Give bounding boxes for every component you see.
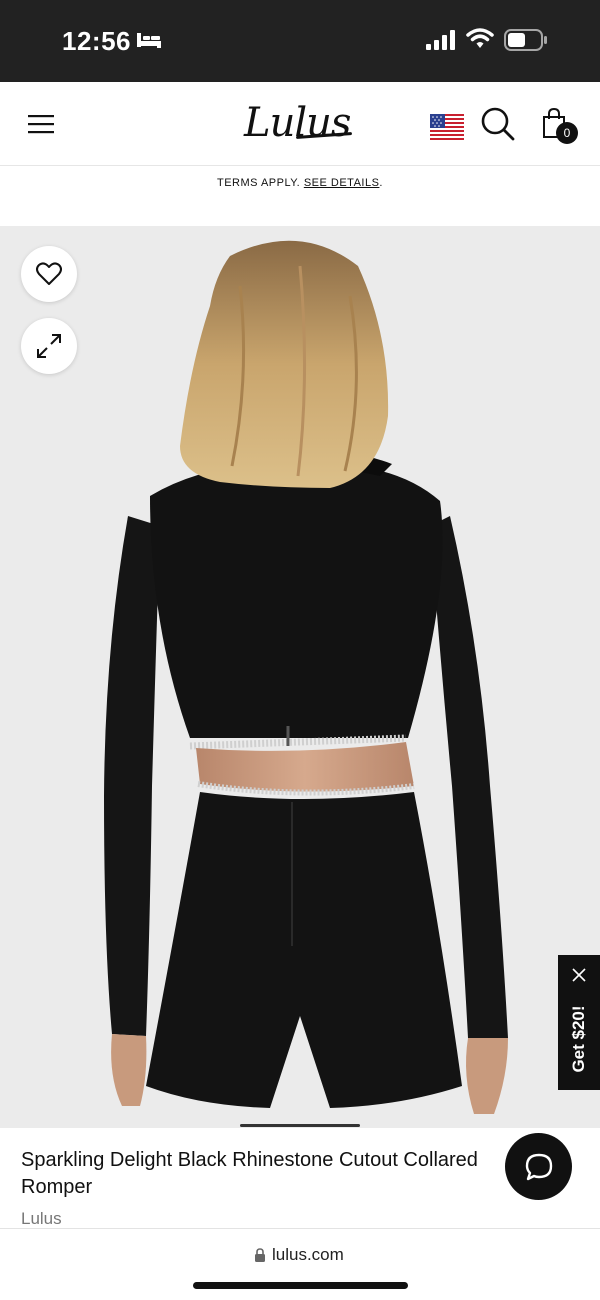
- expand-image-button[interactable]: [21, 318, 77, 374]
- chat-button[interactable]: [505, 1133, 572, 1200]
- promo-banner: TERMS APPLY. SEE DETAILS.: [0, 166, 600, 226]
- status-time: 12:56: [62, 26, 131, 56]
- model-illustration: [0, 226, 600, 1128]
- image-carousel-indicator: [240, 1124, 360, 1127]
- promo-tab-label[interactable]: Get $20!: [569, 984, 589, 1094]
- wifi-icon: [466, 28, 494, 48]
- chat-icon: [525, 1153, 553, 1181]
- bed-icon: [137, 33, 161, 48]
- product-image[interactable]: [0, 226, 600, 1128]
- promo-text: TERMS APPLY.: [217, 177, 301, 189]
- lock-icon: [255, 1248, 265, 1262]
- site-header: Lulus 0: [0, 82, 600, 166]
- favorite-button[interactable]: [21, 246, 77, 302]
- cart-count-badge[interactable]: 0: [556, 122, 578, 144]
- see-details-link[interactable]: SEE DETAILS: [304, 177, 380, 189]
- battery-icon: [504, 29, 547, 51]
- get-20-promo-tab[interactable]: Get $20!: [558, 955, 600, 1090]
- promo-period: .: [379, 177, 383, 189]
- status-bar: 12:56: [0, 0, 600, 82]
- close-icon[interactable]: [571, 967, 587, 983]
- product-brand[interactable]: Lulus: [21, 1209, 62, 1229]
- hamburger-icon[interactable]: [26, 112, 56, 136]
- browser-url-bar[interactable]: lulus.com: [0, 1228, 600, 1300]
- expand-icon: [37, 334, 61, 358]
- product-title: Sparkling Delight Black Rhinestone Cutou…: [21, 1149, 478, 1198]
- flag-icon[interactable]: [430, 114, 464, 140]
- signal-icon: [426, 30, 455, 50]
- home-indicator: [193, 1282, 408, 1289]
- heart-icon: [36, 262, 62, 285]
- search-icon[interactable]: [480, 106, 516, 142]
- site-logo[interactable]: Lulus: [244, 100, 351, 146]
- url-text[interactable]: lulus.com: [272, 1245, 344, 1265]
